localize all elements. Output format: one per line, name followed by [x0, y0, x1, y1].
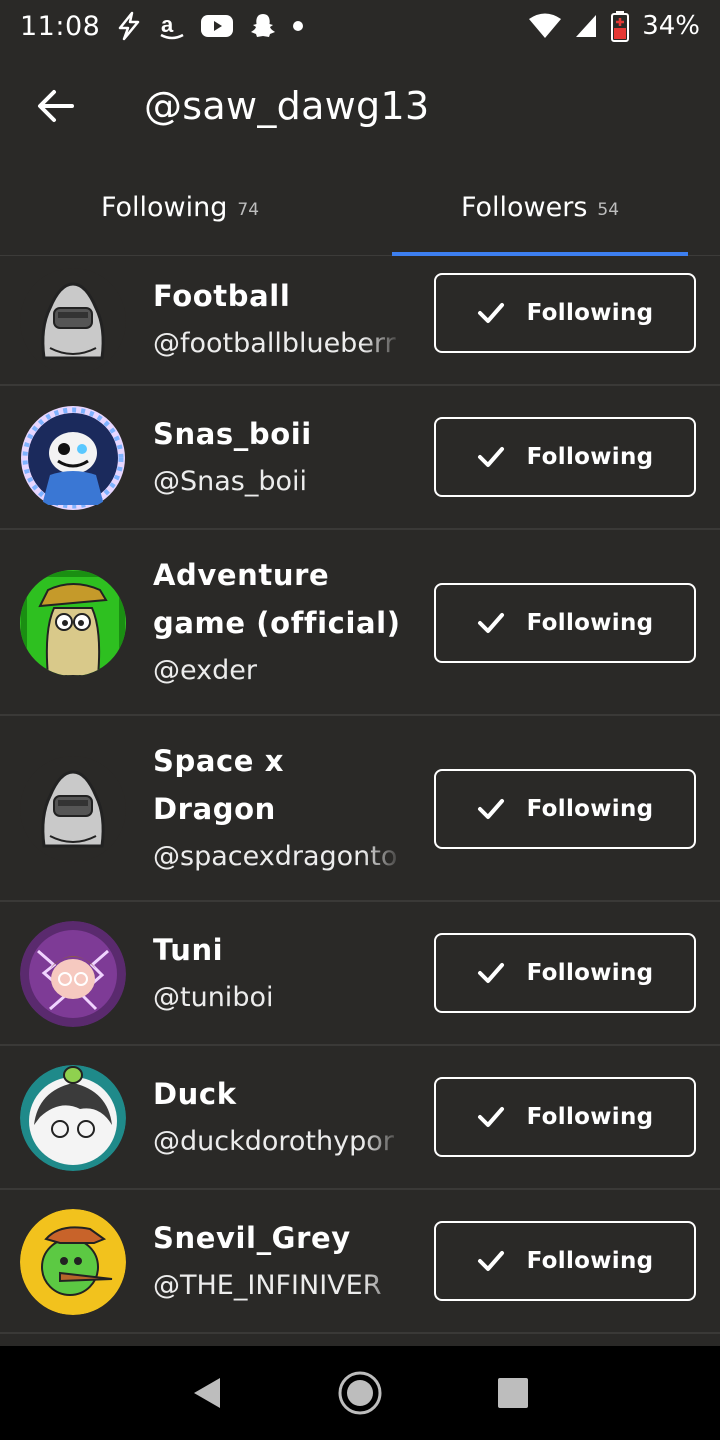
display-name: Tuni — [153, 933, 224, 967]
purple-lightning-avatar — [20, 921, 126, 1027]
following-button[interactable]: Following — [434, 273, 696, 353]
avatar[interactable] — [20, 1065, 126, 1171]
nav-home-button[interactable] — [320, 1353, 400, 1433]
arrow-left-icon — [38, 90, 74, 122]
user-info: Tuni @tuniboi — [153, 926, 403, 1022]
screen: 11:08 a 34% @saw_dawg13 Following 74 Fol… — [0, 0, 720, 1440]
checkmark-icon — [477, 799, 504, 819]
avatar[interactable] — [20, 405, 126, 511]
youtube-icon — [200, 13, 234, 39]
button-label: Following — [526, 444, 654, 470]
list-item[interactable]: Adventure game (official) @exder Followi… — [0, 530, 720, 716]
snapchat-icon — [248, 11, 278, 41]
green-ball-avatar — [20, 1209, 126, 1315]
avatar[interactable] — [20, 756, 126, 862]
green-hat-avatar — [20, 570, 126, 676]
display-name: Snevil_Grey — [153, 1221, 351, 1255]
duck-teal-avatar — [20, 1065, 126, 1171]
user-info: Snevil_Grey @THE_INFINIVER — [153, 1214, 403, 1310]
following-button[interactable]: Following — [434, 769, 696, 849]
list-item[interactable]: Space x Dragon @spacexdragonto Following — [0, 716, 720, 902]
button-label: Following — [526, 796, 654, 822]
list-item[interactable]: Snevil_Grey @THE_INFINIVER Following — [0, 1190, 720, 1334]
following-button[interactable]: Following — [434, 1077, 696, 1157]
follower-list: Football @footballblueberr Following Sna… — [0, 256, 720, 1334]
avatar[interactable] — [20, 1209, 126, 1315]
tab-label: Followers — [460, 192, 588, 223]
button-label: Following — [526, 300, 654, 326]
svg-text:a: a — [161, 12, 174, 37]
nav-recents-button[interactable] — [473, 1353, 553, 1433]
display-name: Space x Dragon — [153, 744, 285, 826]
tab-label: Following — [100, 192, 228, 223]
user-info: Duck @duckdorothypor — [153, 1070, 403, 1166]
status-time: 11:08 — [20, 10, 101, 42]
list-item[interactable]: Football @footballblueberr Following — [0, 256, 720, 386]
avatar[interactable] — [20, 921, 126, 1027]
display-name: Duck — [153, 1077, 237, 1111]
following-button[interactable]: Following — [434, 933, 696, 1013]
button-label: Following — [526, 1104, 654, 1130]
battery-icon — [610, 10, 630, 42]
checkmark-icon — [477, 447, 504, 467]
wifi-icon — [528, 12, 562, 40]
user-info: Adventure game (official) @exder — [153, 551, 403, 695]
sans-blue-avatar — [21, 406, 125, 510]
tab-followers[interactable]: Followers 54 — [360, 160, 720, 256]
dot-icon — [292, 20, 304, 32]
user-info: Snas_boii @Snas_boii — [153, 410, 403, 506]
amazon-icon: a — [158, 11, 186, 41]
tab-following[interactable]: Following 74 — [0, 160, 360, 255]
list-item[interactable]: Duck @duckdorothypor Following — [0, 1046, 720, 1190]
avatar[interactable] — [20, 570, 126, 676]
checkmark-icon — [477, 1107, 504, 1127]
display-name: Adventure game (official) — [153, 558, 401, 640]
battery-percent: 34% — [642, 11, 700, 41]
grey-hooded-avatar — [20, 756, 126, 862]
button-label: Following — [526, 960, 654, 986]
avatar[interactable] — [20, 268, 126, 374]
user-info: Space x Dragon @spacexdragonto — [153, 737, 403, 881]
checkmark-icon — [477, 303, 504, 323]
home-circle-icon — [338, 1371, 382, 1415]
signal-icon — [574, 13, 598, 39]
tab-bar: Following 74 Followers 54 — [0, 160, 720, 256]
back-triangle-icon — [193, 1378, 220, 1408]
system-nav-bar — [0, 1346, 720, 1440]
button-label: Following — [526, 610, 654, 636]
button-label: Following — [526, 1248, 654, 1274]
status-bar: 11:08 a 34% — [0, 0, 720, 52]
following-button[interactable]: Following — [434, 1221, 696, 1301]
flash-icon — [114, 11, 144, 41]
back-button[interactable] — [0, 62, 112, 150]
checkmark-icon — [477, 613, 504, 633]
display-name: Snas_boii — [153, 417, 312, 451]
app-header: @saw_dawg13 — [0, 62, 720, 150]
checkmark-icon — [477, 1251, 504, 1271]
grey-hooded-avatar — [20, 268, 126, 374]
recents-square-icon — [498, 1378, 529, 1408]
tab-count: 74 — [237, 199, 260, 220]
page-title: @saw_dawg13 — [144, 84, 430, 128]
list-item[interactable]: Snas_boii @Snas_boii Following — [0, 386, 720, 530]
checkmark-icon — [477, 963, 504, 983]
display-name: Football — [153, 279, 291, 313]
user-info: Football @footballblueberr — [153, 272, 403, 368]
following-button[interactable]: Following — [434, 583, 696, 663]
following-button[interactable]: Following — [434, 417, 696, 497]
nav-back-button[interactable] — [167, 1353, 247, 1433]
list-item[interactable]: Tuni @tuniboi Following — [0, 902, 720, 1046]
tab-count: 54 — [597, 199, 620, 220]
